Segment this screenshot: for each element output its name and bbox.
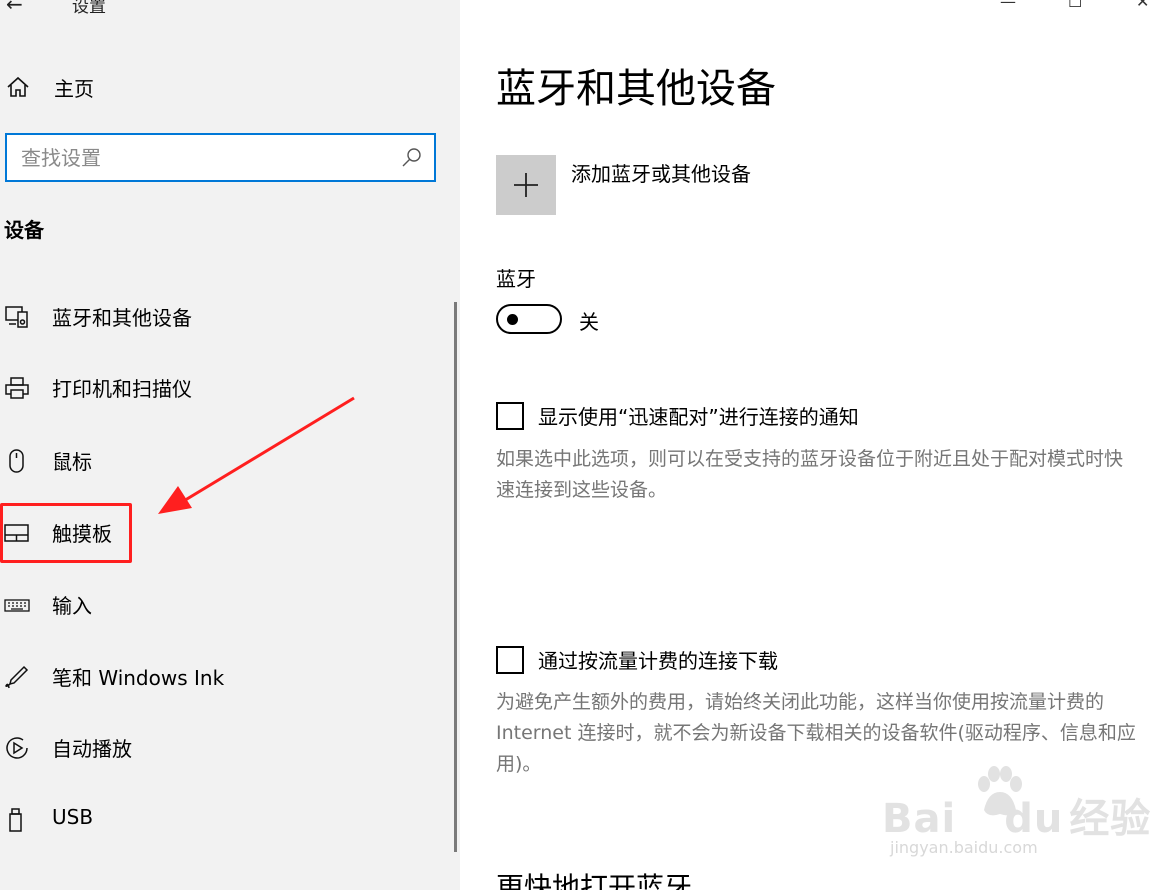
sidebar-scrollbar[interactable] bbox=[454, 302, 457, 852]
swift-pair-checkbox[interactable] bbox=[496, 401, 524, 430]
sidebar-item-printers[interactable]: 打印机和扫描仪 bbox=[0, 367, 440, 407]
minimize-button[interactable]: — bbox=[1000, 0, 1016, 11]
quick-bluetooth-heading: 更快地打开蓝牙 bbox=[496, 871, 693, 890]
page-title: 蓝牙和其他设备 bbox=[496, 66, 776, 112]
bluetooth-label: 蓝牙 bbox=[496, 267, 536, 291]
sidebar-item-mouse[interactable]: 鼠标 bbox=[0, 440, 440, 480]
baidu-watermark: Bai du 经验 jingyan.baidu.com bbox=[882, 766, 1150, 866]
back-button[interactable]: ← bbox=[6, 0, 23, 16]
swift-pair-label: 显示使用“迅速配对”进行连接的通知 bbox=[538, 405, 859, 429]
add-tile[interactable] bbox=[496, 155, 556, 215]
sidebar-item-autoplay[interactable]: 自动播放 bbox=[0, 727, 440, 767]
home-label: 主页 bbox=[54, 76, 94, 101]
add-device-button[interactable]: 添加蓝牙或其他设备 bbox=[496, 155, 751, 215]
printer-icon bbox=[5, 377, 29, 399]
usb-icon bbox=[9, 808, 22, 832]
sidebar-item-label: 鼠标 bbox=[52, 450, 92, 474]
sidebar-item-label: 蓝牙和其他设备 bbox=[52, 306, 192, 330]
window-controls: — ☐ ✕ bbox=[460, 0, 1151, 12]
maximize-button[interactable]: ☐ bbox=[1068, 0, 1082, 11]
sidebar-item-label: 自动播放 bbox=[52, 737, 132, 761]
sidebar-item-label: 输入 bbox=[52, 594, 92, 618]
metered-description: 为避免产生额外的费用，请始终关闭此功能，这样当你使用按流量计费的 Interne… bbox=[496, 691, 1136, 775]
search-input[interactable] bbox=[21, 143, 391, 173]
home-icon bbox=[7, 76, 29, 97]
metered-checkbox[interactable] bbox=[496, 645, 524, 674]
plus-icon bbox=[514, 173, 538, 197]
mouse-icon bbox=[9, 449, 24, 473]
pen-icon bbox=[5, 665, 29, 689]
sidebar-item-label: 笔和 Windows Ink bbox=[52, 666, 225, 690]
add-device-label: 添加蓝牙或其他设备 bbox=[571, 162, 751, 186]
sidebar-item-home[interactable]: 主页 bbox=[6, 72, 94, 102]
toggle-knob bbox=[507, 314, 518, 325]
watermark-url: jingyan.baidu.com bbox=[890, 838, 1038, 857]
main-panel: — ☐ ✕ 蓝牙和其他设备 添加蓝牙或其他设备 蓝牙 关 显示使用“迅速配对”进… bbox=[460, 0, 1151, 890]
watermark-text: Bai du 经验 bbox=[882, 796, 1151, 842]
sidebar-item-bluetooth[interactable]: 蓝牙和其他设备 bbox=[0, 296, 440, 336]
search-icon[interactable] bbox=[400, 146, 424, 170]
sidebar-item-pen[interactable]: 笔和 Windows Ink bbox=[0, 656, 440, 696]
swift-pair-description: 如果选中此选项，则可以在受支持的蓝牙设备位于附近且处于配对模式时快速连接到这些设… bbox=[496, 448, 1124, 501]
swift-pair-row[interactable]: 显示使用“迅速配对”进行连接的通知 bbox=[496, 401, 859, 430]
highlight-box bbox=[0, 503, 132, 563]
autoplay-icon bbox=[6, 737, 28, 759]
bluetooth-state: 关 bbox=[579, 310, 599, 334]
section-title: 设备 bbox=[4, 218, 44, 242]
sidebar: ← 设置 主页 设备 蓝牙和其他设备 打印机和扫描仪 鼠标 bbox=[0, 0, 460, 890]
sidebar-item-usb[interactable]: USB bbox=[0, 799, 440, 839]
window-title: 设置 bbox=[72, 0, 106, 17]
bluetooth-toggle[interactable] bbox=[496, 304, 562, 334]
metered-row[interactable]: 通过按流量计费的连接下载 bbox=[496, 645, 778, 674]
search-box[interactable] bbox=[5, 133, 436, 182]
sidebar-item-input[interactable]: 输入 bbox=[0, 584, 440, 624]
close-button[interactable]: ✕ bbox=[1136, 0, 1149, 11]
bluetooth-devices-icon bbox=[5, 306, 28, 328]
metered-label: 通过按流量计费的连接下载 bbox=[538, 649, 778, 673]
keyboard-icon bbox=[4, 599, 30, 612]
sidebar-item-label: 打印机和扫描仪 bbox=[52, 377, 192, 401]
sidebar-item-label: USB bbox=[52, 805, 94, 829]
